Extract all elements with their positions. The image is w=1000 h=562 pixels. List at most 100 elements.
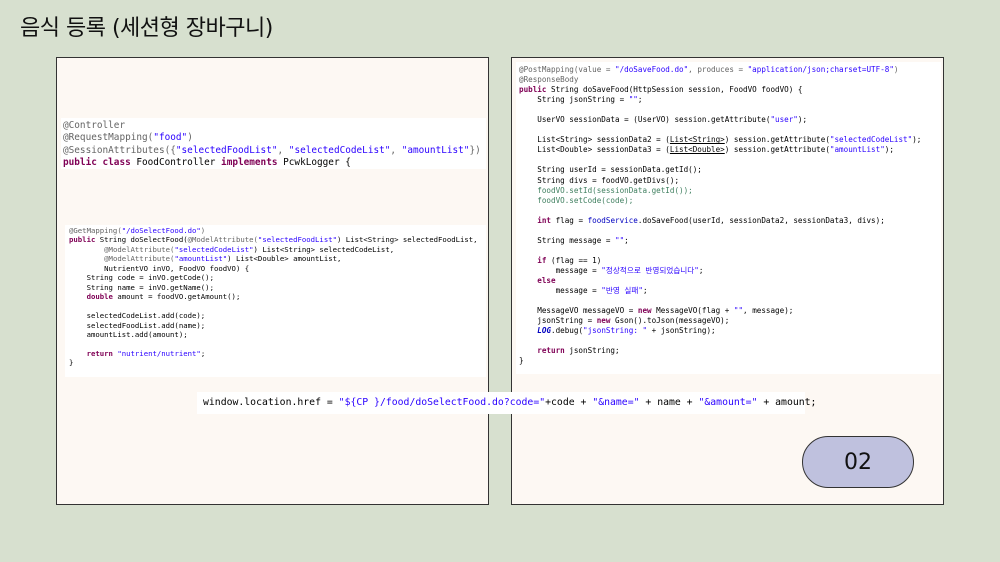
code-token: foodService [587,215,638,225]
code-token: "food" [153,132,188,144]
code-token: return [69,348,113,358]
code-token: + amount; [757,397,817,408]
page-number-badge: 02 [802,436,914,488]
code-token: "/doSelectFood.do" [121,226,201,235]
code-token: ); [797,115,808,125]
code-token: window.location.href = [203,397,339,408]
code-token: ) [893,65,899,74]
code-token: FoodController [130,157,222,169]
code-token: .debug( [551,326,584,336]
code-token: NutrientVO inVO, FoodVO foodVO) { [69,263,250,273]
code-token: "/doSaveFood.do" [615,65,689,74]
code-token: public class [63,157,131,169]
code-token: , [277,144,289,156]
code-token: "selectedCodeList" [174,244,254,254]
code-token: public [69,235,96,245]
code-token: @ModelAttribute( [104,254,175,264]
code-token: new [637,306,652,316]
code-token: MessageVO messageVO = [519,306,638,316]
code-token: amountList.add(amount); [69,329,188,339]
code-token: flag = [551,215,588,225]
code-token: new [596,316,611,326]
code-token: @ResponseBody [519,75,579,85]
code-token: "" [615,235,625,245]
code-token: "selectedCodeList" [288,144,391,156]
code-token: .doSaveFood(userId, sessionData2, sessio… [637,215,885,225]
code-token: @Controller [63,120,126,131]
code-token: , message); [743,306,794,316]
code-token: String jsonString = [519,95,629,105]
code-token: ) [187,132,193,144]
code-token: "selectedFoodList" [175,144,278,156]
code-token: "&amount=" [698,397,758,408]
code-token: "jsonString: " [583,326,648,336]
code-token: ) session.getAttribute( [724,145,830,155]
code-token: List<String> sessionData2 = ( [519,135,670,145]
code-token: @SessionAttributes({ [63,144,176,156]
code-token: ); [912,135,922,145]
code-token: amount = foodVO.getAmount(); [112,292,241,302]
code-token: PcwkLogger { [277,157,351,169]
code-token: String code = inVO.getCode(); [69,273,214,283]
code-token: } [69,358,74,368]
code-token: "selectedFoodList" [257,235,337,245]
code-token: @ModelAttribute( [187,235,258,245]
code-token: message = [519,286,602,296]
save-food-code-block: @PostMapping(value = "/doSaveFood.do", p… [516,62,941,374]
code-token: "&name=" [592,397,640,408]
code-token: message = [519,265,602,275]
code-token: implements [221,157,278,169]
code-token: } [519,356,524,366]
select-food-code-block: @GetMapping("/doSelectFood.do") public S… [65,225,486,377]
code-token: jsonString = [519,316,597,326]
code-token: String message = [519,235,616,245]
code-token: ) [200,226,206,235]
code-token: + name + [639,397,699,408]
code-token: return [519,346,565,356]
code-token: jsonString; [564,346,620,356]
code-token: @PostMapping(value = [519,65,616,74]
code-token: "amountList" [174,254,228,264]
code-token: public [519,85,547,95]
code-token: int [519,215,552,225]
code-token: ) List<String> selectedCodeList, [253,244,395,254]
code-token: foodVO.setId(sessionData.getId()); [519,185,693,195]
code-token: ; [637,95,643,105]
code-token: List<String> [669,135,725,145]
code-token: "amountList" [829,145,885,155]
code-token: , produces = [688,65,748,74]
code-token: selectedCodeList.add(code); [69,311,206,321]
code-token: ; [624,235,629,245]
code-token: @GetMapping( [69,226,122,235]
code-token: @ModelAttribute( [104,244,175,254]
code-token: if [519,255,547,265]
controller-code-block: @Controller @RequestMapping("food") @Ses… [61,118,486,169]
left-code-panel: @Controller @RequestMapping("food") @Ses… [56,57,489,505]
code-token: }) [469,144,481,156]
redirect-code-line: window.location.href = "${CP }/food/doSe… [197,392,816,414]
code-token: ) session.getAttribute( [724,135,830,145]
code-token: ; [200,348,206,358]
code-token: String divs = foodVO.getDivs(); [519,175,680,185]
code-token: ); [884,145,894,155]
code-token: List<Double> sessionData3 = ( [519,145,670,155]
code-token: "user" [770,115,798,125]
code-token: MessageVO(flag + [651,306,734,316]
code-token: String name = inVO.getName(); [69,282,214,292]
code-token: + jsonString); [647,326,716,336]
code-token: ) List<Double> amountList, [227,254,342,264]
code-token: "반영 실패" [601,286,643,296]
code-token: else [519,275,556,285]
code-token: foodVO.setCode(code); [519,195,634,205]
code-token: "nutrient/nutrient" [112,348,201,358]
code-token: selectedFoodList.add(name); [69,320,206,330]
code-token: +code + [545,397,593,408]
code-token: (flag == 1) [546,255,602,265]
code-token: LOG [537,326,552,336]
slide-title: 음식 등록 (세션형 장바구니) [20,16,273,41]
code-token: String userId = sessionData.getId(); [519,165,702,175]
code-token: ; [698,265,704,275]
